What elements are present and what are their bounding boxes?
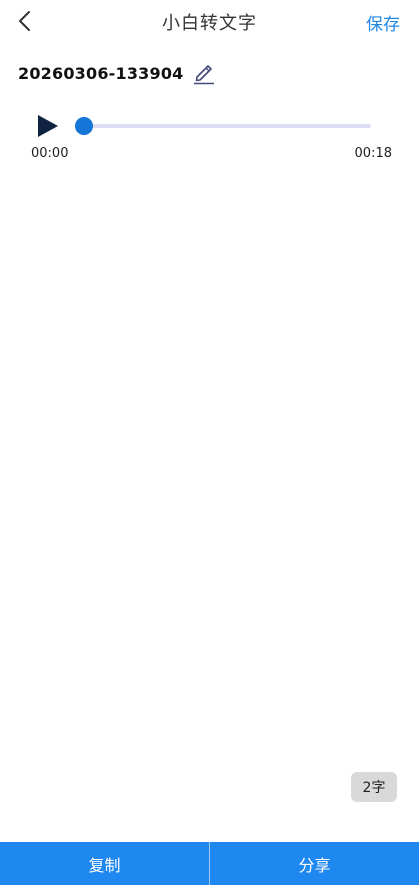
pencil-icon <box>193 65 214 85</box>
recording-name: 20260306-133904 <box>18 63 184 83</box>
transcript-area[interactable] <box>0 180 419 760</box>
save-button[interactable]: 保存 <box>366 10 400 35</box>
share-button[interactable]: 分享 <box>210 842 419 885</box>
top-bar: 小白转文字 保存 <box>0 0 419 42</box>
edit-name-button[interactable] <box>192 60 216 86</box>
bottom-action-bar: 复制 分享 <box>0 842 419 885</box>
audio-player: 00:00 00:18 <box>0 106 419 170</box>
recording-name-row: 20260306-133904 <box>18 60 216 86</box>
current-time: 00:00 <box>31 146 69 161</box>
copy-button[interactable]: 复制 <box>0 842 209 885</box>
progress-track[interactable] <box>75 117 371 135</box>
word-count-badge: 2字 <box>351 772 397 802</box>
progress-thumb[interactable] <box>75 117 93 135</box>
play-icon[interactable] <box>36 115 60 137</box>
total-time: 00:18 <box>354 146 392 161</box>
page-title: 小白转文字 <box>162 13 257 34</box>
